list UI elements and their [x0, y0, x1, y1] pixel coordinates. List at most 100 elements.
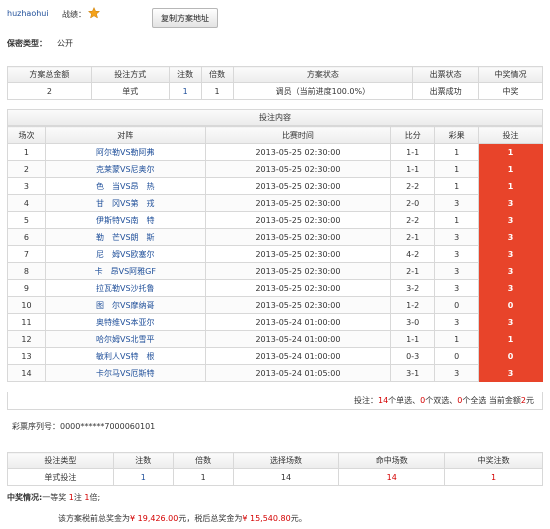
bet-row: 13 敏利人VS特 根 2013-05-24 01:00:00 0-3 0 0	[7, 347, 543, 365]
bet-match: 克莱蒙VS尼奥尔	[44, 160, 206, 178]
bets-footer-single-count: 14	[377, 396, 389, 405]
bet-match: 勒 芒VS朗 斯	[44, 228, 206, 246]
bets-table: 场次 对阵 比赛时间 比分 彩果 投注 1 阿尔勒VS勒阿弗 2013-05-25 …	[7, 126, 543, 382]
summary-row: 2 单式 1 1 调员（当前进度100.0%） 出票成功 中奖	[7, 82, 543, 100]
bet-pick: 1	[478, 143, 543, 161]
bets-footer-double-label: 个双选、	[425, 396, 458, 405]
bet-score: 2-0	[390, 194, 436, 212]
bets-footer-single-label: 个单选、	[388, 396, 421, 405]
bet-row: 4甘 冈VS第 戎 2013-05-25 02:30:00 2-0 3 3	[7, 194, 543, 212]
summary-count: 1	[168, 82, 202, 100]
prize-hit: 14	[338, 468, 446, 486]
bet-score: 3-1	[390, 364, 436, 382]
bet-no: 8	[7, 262, 46, 280]
bet-row: 8卡 昂VS阿雅GF 2013-05-25 02:30:00 2-1 3 3	[7, 262, 543, 280]
prize-selected: 14	[232, 468, 340, 486]
bets-footer-full-label: 个全选 当前金额	[462, 396, 521, 405]
prize-pretax-text: 该方案税前总奖金为	[58, 514, 130, 523]
bet-time: 2013-05-24 01:00:00	[204, 347, 392, 365]
prize-end-text: 元。	[290, 514, 307, 523]
bet-result: 0	[434, 296, 480, 314]
record-label: 战绩：	[62, 10, 86, 19]
bet-no: 1	[7, 143, 46, 161]
summary-header-status: 方案状态	[232, 66, 414, 83]
star-icon	[87, 6, 101, 21]
bet-time: 2013-05-25 02:30:00	[204, 177, 392, 195]
bet-match: 图 尔VS摩纳哥	[44, 296, 206, 314]
bet-result: 3	[434, 194, 480, 212]
bet-pick: 1	[478, 177, 543, 195]
prize-header-type: 投注类型	[7, 452, 114, 469]
secrecy-label: 保密类型：	[7, 39, 47, 48]
prize-mid-text: 元，税后总奖金为	[178, 514, 243, 523]
prize-posttax-amount: ¥ 15,540.80	[242, 514, 291, 523]
bet-time: 2013-05-24 01:05:00	[204, 364, 392, 382]
bet-result: 1	[434, 330, 480, 348]
bet-no: 9	[7, 279, 46, 297]
bet-score: 1-1	[390, 160, 436, 178]
bet-time: 2013-05-25 02:30:00	[204, 296, 392, 314]
bet-match: 尼 姆VS欧塞尔	[44, 245, 206, 263]
summary-ticket-status: 出票成功	[412, 82, 480, 100]
prize-header-winning: 中奖注数	[444, 452, 543, 469]
prize-multiple: 1	[172, 468, 234, 486]
bet-score: 2-2	[390, 211, 436, 229]
bet-pick: 3	[478, 245, 543, 263]
bet-match: 伊斯特VS南 特	[44, 211, 206, 229]
bet-match: 甘 冈VS第 戎	[44, 194, 206, 212]
bet-no: 5	[7, 211, 46, 229]
bet-match: 阿尔勒VS勒阿弗	[44, 143, 206, 161]
bet-pick: 3	[478, 194, 543, 212]
bets-header-time: 比赛时间	[204, 126, 392, 144]
prize-info-multiple-unit: 倍;	[89, 493, 101, 502]
bet-row: 2 克莱蒙VS尼奥尔 2013-05-25 02:30:00 1-1 1 1	[7, 160, 543, 178]
prize-header-count: 注数	[112, 452, 174, 469]
plan-summary-table: 方案总金额 投注方式 注数 倍数 方案状态 出票状态 中奖情况 2 单式 1 1…	[7, 66, 543, 100]
bet-pick: 0	[478, 347, 543, 365]
summary-multiple: 1	[200, 82, 234, 100]
bet-no: 12	[7, 330, 46, 348]
prize-type: 单式投注	[7, 468, 114, 486]
bet-score: 2-1	[390, 228, 436, 246]
username[interactable]: huzhaohui	[7, 9, 49, 18]
bet-row: 6勒 芒VS朗 斯 2013-05-25 02:30:00 2-1 3 3	[7, 228, 543, 246]
bets-footer-unit: 元	[526, 396, 534, 405]
bets-header-no: 场次	[7, 126, 46, 144]
bet-time: 2013-05-25 02:30:00	[204, 194, 392, 212]
bet-time: 2013-05-25 02:30:00	[204, 262, 392, 280]
prize-pretax-amount: ¥ 19,426.00	[130, 514, 179, 523]
summary-header-method: 投注方式	[90, 66, 170, 83]
bet-pick: 3	[478, 211, 543, 229]
bet-pick: 3	[478, 279, 543, 297]
bet-result: 1	[434, 143, 480, 161]
bet-pick: 1	[478, 330, 543, 348]
bet-row: 3色 当VS昂 热 2013-05-25 02:30:00 2-2 1 1	[7, 177, 543, 195]
bets-header-match: 对阵	[44, 126, 206, 144]
bet-no: 7	[7, 245, 46, 263]
bet-result: 3	[434, 279, 480, 297]
copy-plan-url-button[interactable]: 复制方案地址	[152, 8, 218, 28]
prize-header-selected: 选择场数	[232, 452, 340, 469]
bet-time: 2013-05-25 02:30:00	[204, 160, 392, 178]
bet-row: 14 卡尔马VS厄斯特 2013-05-24 01:05:00 3-1 3 3	[7, 364, 543, 382]
bet-match: 拉瓦勒VS沙托鲁	[44, 279, 206, 297]
bet-pick: 3	[478, 313, 543, 331]
bet-row: 1 阿尔勒VS勒阿弗 2013-05-25 02:30:00 1-1 1 1	[7, 143, 543, 161]
summary-header-ticket-status: 出票状态	[412, 66, 480, 83]
prize-header-hit: 命中场数	[338, 452, 446, 469]
bets-section-title: 投注内容	[7, 109, 543, 126]
bet-score: 1-1	[390, 143, 436, 161]
bets-header-result: 彩果	[434, 126, 480, 144]
bets-header-row: 场次 对阵 比赛时间 比分 彩果 投注	[7, 126, 543, 144]
bets-footer-prefix: 投注：	[353, 396, 378, 405]
bet-result: 3	[434, 364, 480, 382]
bet-no: 11	[7, 313, 46, 331]
bet-match: 哈尔姆VS北雪平	[44, 330, 206, 348]
bet-score: 3-0	[390, 313, 436, 331]
prize-count: 1	[112, 468, 174, 486]
summary-method: 单式	[90, 82, 170, 100]
bet-time: 2013-05-25 02:30:00	[204, 211, 392, 229]
bet-time: 2013-05-25 02:30:00	[204, 279, 392, 297]
prize-amount-line: 该方案税前总奖金为¥ 19,426.00元，税后总奖金为¥ 15,540.80元…	[58, 513, 307, 524]
bet-result: 3	[434, 313, 480, 331]
